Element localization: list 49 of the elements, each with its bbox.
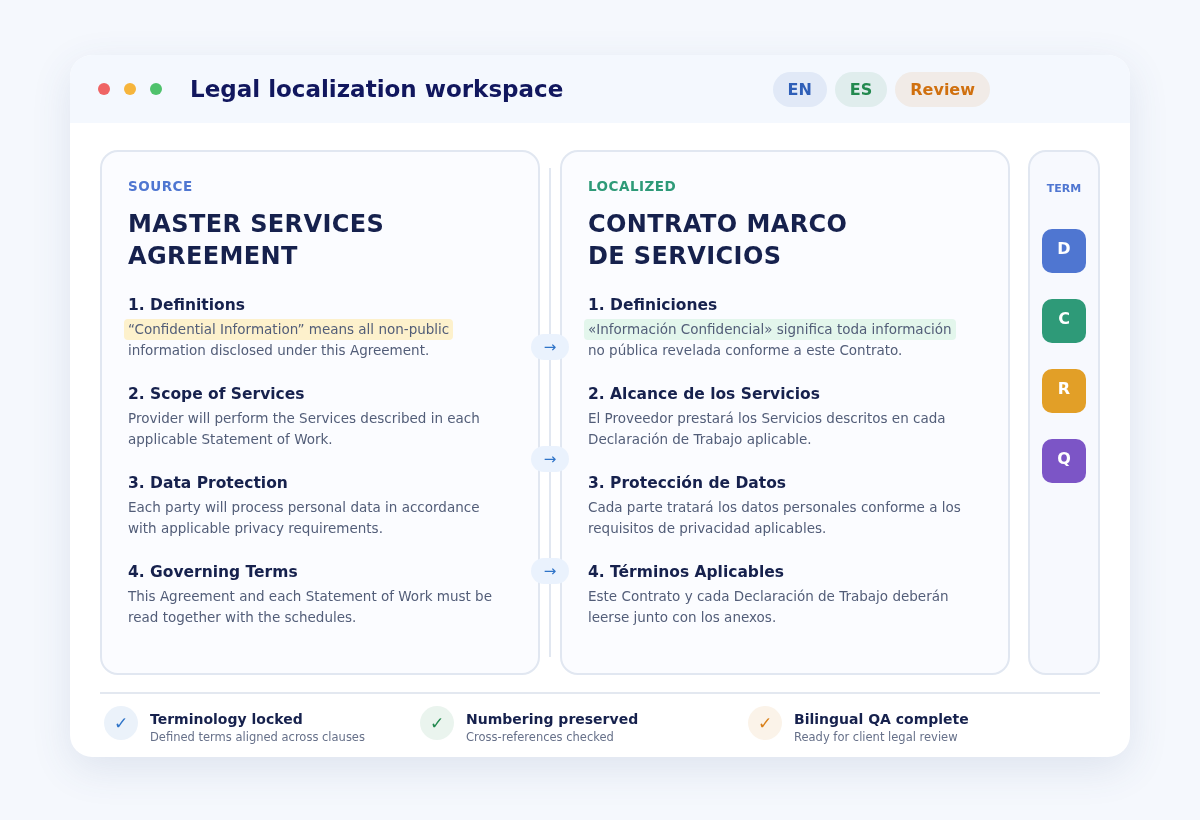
minimize-icon[interactable]	[124, 83, 136, 95]
term-chip[interactable]: R	[1042, 369, 1086, 413]
panel-label: SOURCE	[128, 178, 194, 194]
clause-heading: 4. Términos Aplicables	[588, 562, 786, 583]
check-subtitle: Defined terms aligned across clauses	[150, 730, 365, 744]
clause-heading: 4. Governing Terms	[128, 562, 299, 583]
clause-text: Cada parte tratará los datos personales conforme a los	[588, 498, 961, 517]
clause-heading: 2. Alcance de los Servicios	[588, 384, 821, 405]
status-badge: EN	[772, 71, 827, 107]
check-icon: ✓	[104, 706, 138, 740]
highlighted-text: “Confidential Information” means all non-public	[124, 319, 454, 340]
clause-text: read together with the schedules.	[128, 608, 357, 627]
check-subtitle: Ready for client legal review	[794, 730, 959, 744]
check-subtitle: Cross-references checked	[466, 730, 615, 744]
clause-text: leerse junto con los anexos.	[588, 608, 777, 627]
clause-text: This Agreement and each Statement of Work must be	[128, 587, 492, 606]
check-title: Bilingual QA complete	[794, 711, 969, 727]
status-badge: ES	[834, 71, 888, 107]
check-icon: ✓	[748, 706, 782, 740]
window-title: Legal localization workspace	[190, 76, 565, 102]
clause-text: no pública revelada conforme a este Contrato.	[588, 341, 903, 360]
document-title: CONTRATO MARCO DE SERVICIOS	[588, 209, 849, 272]
maximize-icon[interactable]	[150, 83, 162, 95]
document-title: MASTER SERVICES AGREEMENT	[128, 209, 386, 272]
clause-text: information disclosed under this Agreement.	[128, 341, 430, 360]
clause-heading: 3. Protección de Datos	[588, 473, 788, 494]
clause-heading: 1. Definiciones	[588, 295, 719, 316]
highlighted-text: «Información Confidencial» significa toda información	[584, 319, 956, 340]
check-title: Numbering preserved	[466, 711, 639, 727]
clause-text: with applicable privacy requirements.	[128, 519, 383, 538]
clause-heading: 2. Scope of Services	[128, 384, 306, 405]
clause-text: requisitos de privacidad aplicables.	[588, 519, 827, 538]
panel-label: TERM	[1046, 182, 1082, 195]
panel-label: LOCALIZED	[588, 178, 678, 194]
clause-heading: 3. Data Protection	[128, 473, 289, 494]
clause-text: Each party will process personal data in accordance	[128, 498, 480, 517]
term-chip[interactable]: Q	[1042, 439, 1086, 483]
check-title: Terminology locked	[150, 711, 304, 727]
clause-text: Provider will perform the Services described in each	[128, 409, 480, 428]
clause-heading: 1. Definitions	[128, 295, 246, 316]
term-chip[interactable]: D	[1042, 229, 1086, 273]
clause-text: El Proveedor prestará los Servicios descritos en cada	[588, 409, 946, 428]
status-badge: Review	[895, 71, 990, 107]
close-icon[interactable]	[98, 83, 110, 95]
clause-text: applicable Statement of Work.	[128, 430, 333, 449]
check-icon: ✓	[420, 706, 454, 740]
term-chip[interactable]: C	[1042, 299, 1086, 343]
clause-text: Este Contrato y cada Declaración de Trabajo deberán	[588, 587, 949, 606]
clause-text: Declaración de Trabajo aplicable.	[588, 430, 812, 449]
